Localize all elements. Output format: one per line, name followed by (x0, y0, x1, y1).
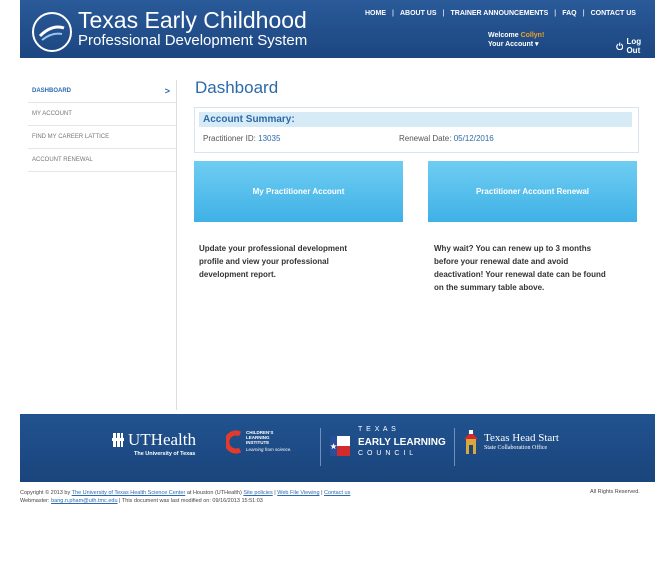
pid-label: Practitioner ID: (203, 134, 256, 143)
user-name: Collyn! (520, 32, 545, 39)
sidebar-item-label: MY ACCOUNT (32, 111, 72, 117)
desc-line: deactivation! Your renewal date can be f… (434, 270, 606, 279)
uthealth-logo[interactable]: UTHealth The University of Texas (112, 430, 212, 457)
sidebar: DASHBOARD > MY ACCOUNT FIND MY CAREER LA… (28, 80, 177, 410)
contact-us-link[interactable]: Contact us (324, 490, 350, 496)
copyright-block: Copyright © 2013 by The University of Te… (20, 490, 351, 504)
nav-faq[interactable]: FAQ (562, 10, 576, 17)
my-practitioner-account-button[interactable]: My Practitioner Account (194, 161, 403, 222)
site-header: Texas Early Childhood Professional Devel… (20, 0, 655, 58)
uthealth-name: UTHealth (128, 430, 196, 449)
nav-separator: | (582, 10, 585, 17)
copyright-text: at Houston (UTHealth) (186, 490, 242, 496)
divider (454, 428, 455, 466)
head-start-title: Texas Head Start (484, 432, 559, 444)
webmaster-label: Webmaster: (20, 498, 50, 504)
renewal-description: Why wait? You can renew up to 3 months b… (434, 242, 606, 294)
cli-icon (226, 430, 242, 454)
sidebar-item-account-renewal[interactable]: ACCOUNT RENEWAL (28, 149, 176, 172)
account-summary: Account Summary: Practitioner ID: 13035 … (194, 107, 639, 153)
welcome-block: Welcome Collyn! Your Account ▾ (488, 31, 544, 49)
nav-trainer-announcements[interactable]: TRAINER ANNOUNCEMENTS (451, 10, 549, 17)
account-description: Update your professional development pro… (199, 242, 347, 281)
sidebar-item-dashboard[interactable]: DASHBOARD > (28, 80, 176, 103)
site-title[interactable]: Texas Early Childhood (78, 8, 307, 32)
last-modified-text: | This document was last modified on: 09… (119, 498, 263, 504)
early-learning-text: EARLY LEARNING (358, 437, 446, 448)
desc-line: Update your professional development (199, 244, 348, 253)
web-file-viewing-link[interactable]: Web File Viewing (277, 490, 319, 496)
desc-line: development report. (199, 270, 276, 279)
power-icon (616, 42, 624, 50)
nav-separator: | (442, 10, 445, 17)
renewal-date: Renewal Date: 05/12/2016 (399, 134, 494, 143)
nav-contact-us[interactable]: CONTACT US (591, 10, 636, 17)
desc-line: profile and view your professional (199, 257, 329, 266)
sidebar-item-label: FIND MY CAREER LATTICE (32, 134, 110, 140)
sidebar-item-label: ACCOUNT RENEWAL (32, 157, 93, 163)
desc-line: on the summary table above. (434, 283, 545, 292)
nav-about-us[interactable]: ABOUT US (400, 10, 437, 17)
logo-icon[interactable] (32, 12, 72, 52)
sidebar-item-my-account[interactable]: MY ACCOUNT (28, 103, 176, 126)
welcome-label: Welcome (488, 32, 519, 39)
schoolhouse-icon (464, 430, 478, 454)
summary-heading: Account Summary: (199, 112, 632, 127)
nav-separator: | (554, 10, 557, 17)
sidebar-item-career-lattice[interactable]: FIND MY CAREER LATTICE (28, 126, 176, 149)
logout-label: Log Out (626, 37, 642, 55)
practitioner-id: Practitioner ID: 13035 (203, 134, 280, 143)
renewal-label: Renewal Date: (399, 134, 452, 143)
desc-line: before your renewal date and avoid (434, 257, 569, 266)
rights-reserved: All Rights Reserved. (590, 489, 640, 495)
copyright-text: Copyright © 2013 by (20, 490, 71, 496)
uthealth-icon (112, 433, 124, 447)
your-account-menu[interactable]: Your Account ▾ (488, 40, 544, 49)
uthealth-link[interactable]: The University of Texas Health Science C… (72, 490, 186, 496)
account-renewal-button[interactable]: Practitioner Account Renewal (428, 161, 637, 222)
chevron-right-icon: > (164, 86, 170, 96)
renewal-value: 05/12/2016 (453, 134, 494, 143)
cli-line: INSTITUTE (246, 440, 270, 445)
nav-separator: | (392, 10, 394, 17)
site-policies-link[interactable]: Site policies (243, 490, 272, 496)
council-text: C O U N C I L (358, 450, 415, 457)
logout-button[interactable]: Log Out (616, 37, 655, 55)
partner-logos-band: UTHealth The University of Texas CHILDRE… (20, 414, 655, 482)
nav-home[interactable]: HOME (365, 10, 386, 17)
pid-value: 13035 (258, 134, 281, 143)
uthealth-sub: The University of Texas (134, 451, 196, 457)
divider (320, 428, 321, 466)
desc-line: Why wait? You can renew up to 3 months (434, 244, 592, 253)
texas-flag-icon (330, 436, 350, 456)
sidebar-item-label: DASHBOARD (32, 88, 71, 94)
head-start-sub: State Collaboration Office (484, 445, 548, 451)
page-title: Dashboard (195, 78, 279, 97)
site-subtitle: Professional Development System (78, 32, 308, 49)
top-nav: HOME | ABOUT US | TRAINER ANNOUNCEMENTS … (365, 10, 636, 17)
texas-text: T E X A S (358, 426, 397, 433)
webmaster-email-link[interactable]: bang.n.pham@uth.tmc.edu (51, 498, 117, 504)
cli-tagline: Learning from science. (246, 447, 292, 452)
